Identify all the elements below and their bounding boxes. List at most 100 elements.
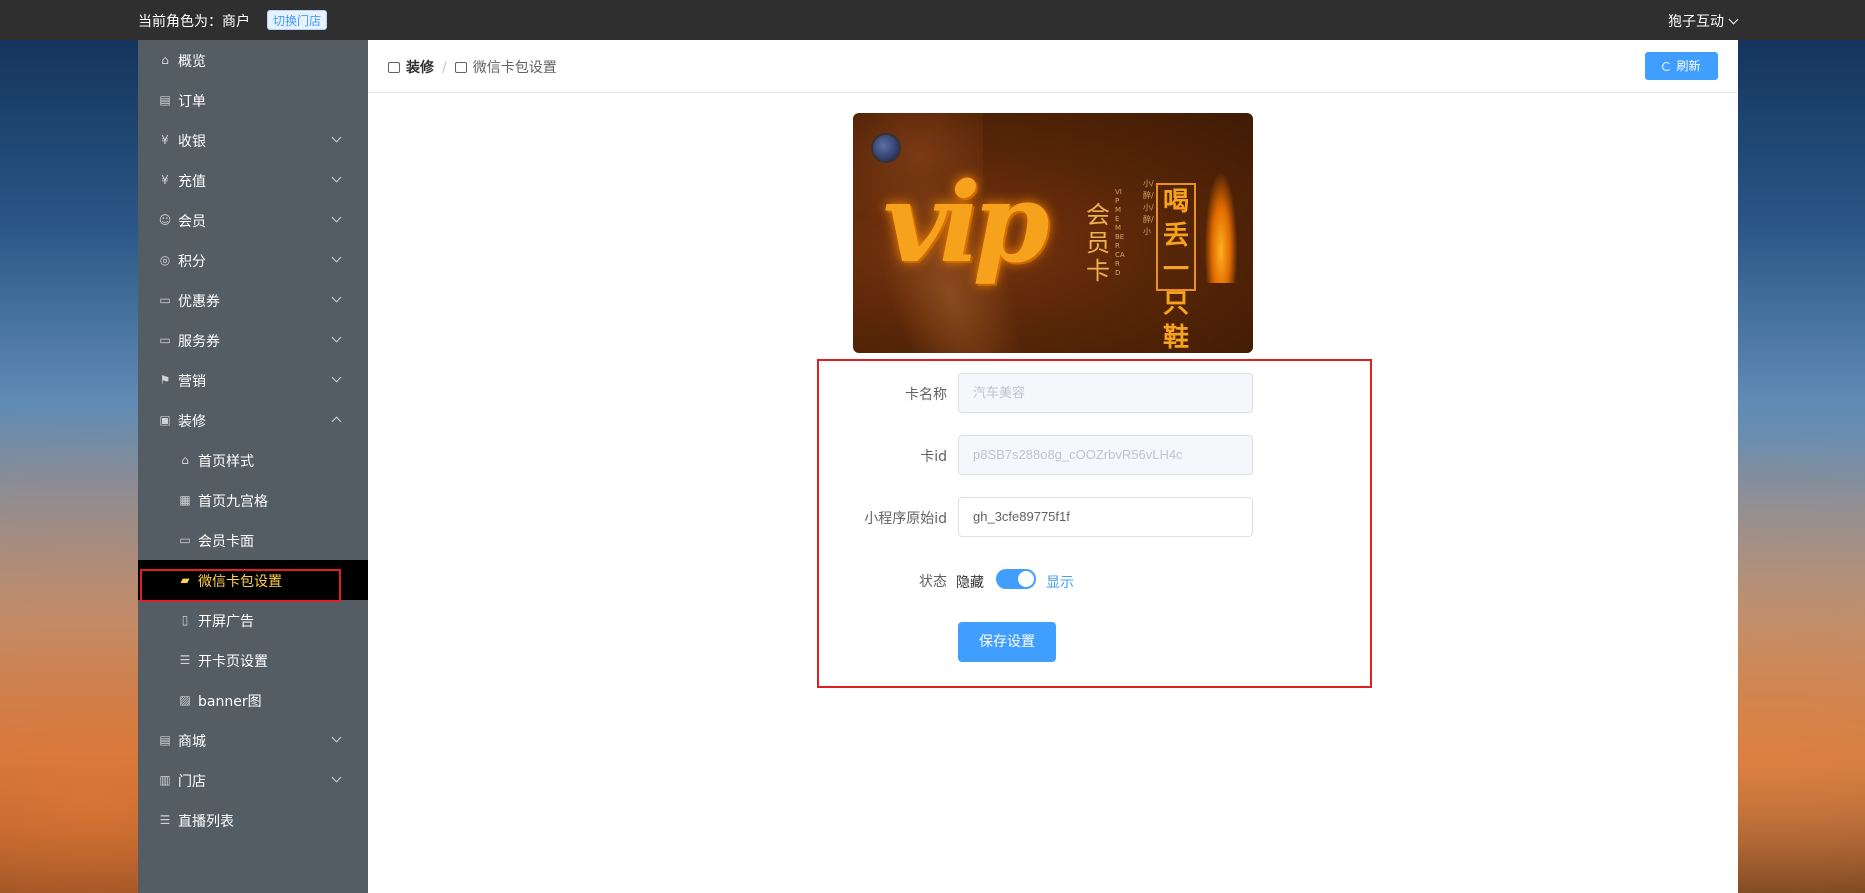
sidebar-item-label: 积分: [178, 254, 206, 270]
card-brand: 喝丢一只鞋: [1156, 183, 1196, 353]
card-flame-icon: [1205, 173, 1237, 283]
sidebar-item-orders[interactable]: ▤ 订单: [138, 80, 368, 120]
sidebar-item-label: 收银: [178, 134, 206, 150]
status-label: 状态: [919, 574, 947, 590]
mini-program-id-input[interactable]: gh_3cfe89775f1f: [958, 497, 1253, 537]
chevron-down-icon: [331, 332, 342, 343]
card-small-text: VIP MEMBER CARD: [1115, 188, 1125, 277]
sidebar-item-label: 营销: [178, 374, 206, 390]
breadcrumb-parent[interactable]: 装修: [406, 60, 434, 76]
mini-program-id-label: 小程序原始id: [864, 511, 947, 527]
card-name-label: 卡名称: [905, 387, 947, 403]
sidebar-item-label: 会员: [178, 214, 206, 230]
wallet-icon: [454, 62, 467, 73]
card-id-label: 卡id: [920, 449, 947, 465]
sidebar-item-live-list[interactable]: ☰ 直播列表: [138, 800, 368, 840]
sidebar-item-label: banner图: [198, 694, 262, 710]
sidebar-item-member[interactable]: ☺ 会员: [138, 200, 368, 240]
sidebar-item-decoration[interactable]: ▣ 装修: [138, 400, 368, 440]
card-member-text: 会员卡: [1086, 201, 1110, 285]
vip-card-image: vip 会员卡 VIP MEMBER CARD 小/醉/小/醉/小 喝丢一只鞋: [853, 113, 1253, 353]
home-icon: ⌂: [181, 453, 189, 467]
sidebar-item-marketing[interactable]: ⚑ 营销: [138, 360, 368, 400]
chevron-down-icon: [331, 372, 342, 383]
sidebar-item-label: 首页九宫格: [198, 494, 268, 510]
card-slogan: 小/醉/小/醉/小: [1143, 179, 1154, 236]
sidebar-item-label: 直播列表: [178, 814, 234, 830]
sidebar-item-service-coupon[interactable]: ▭ 服务券: [138, 320, 368, 360]
sidebar-item-home-style[interactable]: ⌂ 首页样式: [138, 440, 368, 480]
grid-icon: ▦: [179, 493, 191, 507]
store-icon: ▥: [159, 773, 171, 787]
refresh-label: 刷新: [1676, 59, 1701, 73]
breadcrumb-current: 微信卡包设置: [472, 60, 557, 76]
status-toggle[interactable]: [996, 569, 1036, 589]
sidebar-item-member-card[interactable]: ▭ 会员卡面: [138, 520, 368, 560]
sidebar-item-label: 概览: [178, 54, 206, 70]
sidebar-item-cashier[interactable]: ¥ 收银: [138, 120, 368, 160]
sidebar-item-label: 首页样式: [198, 454, 254, 470]
divider: [368, 92, 1738, 93]
breadcrumb-separator: /: [442, 60, 447, 76]
sidebar-item-label: 服务券: [178, 334, 220, 350]
decoration-icon: ▣: [159, 413, 171, 427]
sidebar-item-splash-ad[interactable]: ▯ 开屏广告: [138, 600, 368, 640]
card-vip-text: vip: [883, 158, 1050, 287]
chevron-down-icon: [1728, 14, 1739, 25]
top-bar: 当前角色为：商户 切换门店 狍子互动: [0, 0, 1865, 40]
service-coupon-icon: ▭: [159, 333, 171, 347]
points-icon: ◎: [159, 253, 171, 267]
member-icon: ☺: [158, 213, 172, 227]
sidebar-item-recharge[interactable]: ¥ 充值: [138, 160, 368, 200]
decoration-icon: [388, 62, 400, 73]
coupon-icon: ▭: [159, 293, 171, 307]
chevron-down-icon: [331, 292, 342, 303]
cashier-icon: ¥: [161, 133, 169, 147]
sidebar-item-label: 装修: [178, 414, 206, 430]
chevron-down-icon: [331, 772, 342, 783]
status-on-label: 显示: [1046, 575, 1074, 591]
status-off-label: 隐藏: [956, 575, 984, 591]
chevron-down-icon: [331, 732, 342, 743]
refresh-icon: [1662, 62, 1672, 71]
marketing-icon: ⚑: [159, 373, 171, 387]
refresh-button[interactable]: 刷新: [1645, 52, 1718, 80]
sidebar-item-label: 会员卡面: [198, 534, 254, 550]
sidebar-item-label: 订单: [178, 94, 206, 110]
sidebar-item-label: 开卡页设置: [198, 654, 268, 670]
sidebar-item-coupon[interactable]: ▭ 优惠券: [138, 280, 368, 320]
mall-icon: ▤: [159, 733, 171, 747]
sidebar-item-label: 优惠券: [178, 294, 220, 310]
switch-store-button[interactable]: 切换门店: [267, 10, 328, 30]
phone-icon: ▯: [181, 613, 189, 627]
sidebar-item-label: 门店: [178, 774, 206, 790]
chevron-down-icon: [331, 252, 342, 263]
save-settings-button[interactable]: 保存设置: [958, 622, 1056, 662]
sidebar-item-open-card-page[interactable]: ☰ 开卡页设置: [138, 640, 368, 680]
card-id-input: p8SB7s288o8g_cOOZrbvR56vLH4c: [958, 435, 1253, 475]
image-icon: ▨: [179, 693, 191, 707]
chevron-down-icon: [331, 212, 342, 223]
chevron-up-icon: [331, 416, 342, 427]
card-icon: ▭: [179, 533, 191, 547]
sidebar-item-label: 开屏广告: [198, 614, 254, 630]
sidebar-item-overview[interactable]: ⌂ 概览: [138, 40, 368, 80]
sidebar-item-label: 商城: [178, 734, 206, 750]
sidebar-item-store[interactable]: ▥ 门店: [138, 760, 368, 800]
sidebar-item-points[interactable]: ◎ 积分: [138, 240, 368, 280]
toggle-knob: [1018, 571, 1034, 587]
chevron-down-icon: [331, 172, 342, 183]
user-menu[interactable]: 狍子互动: [1668, 11, 1739, 31]
card-name-input: 汽车美容: [958, 373, 1253, 413]
sidebar-item-mall[interactable]: ▤ 商城: [138, 720, 368, 760]
home-icon: ⌂: [161, 53, 169, 67]
chevron-down-icon: [331, 132, 342, 143]
breadcrumb: 装修 / 微信卡包设置: [388, 57, 557, 77]
role-text: 当前角色为：商户: [138, 14, 250, 30]
sidebar-item-banner[interactable]: ▨ banner图: [138, 680, 368, 720]
sidebar-item-home-grid[interactable]: ▦ 首页九宫格: [138, 480, 368, 520]
form-icon: ☰: [179, 653, 191, 667]
user-name: 狍子互动: [1668, 14, 1724, 30]
sidebar: ⌂ 概览 ▤ 订单 ¥ 收银 ¥ 充值 ☺ 会员 ◎ 积分 ▭ 优惠券 ▭ 服务…: [138, 40, 368, 893]
highlight-box-sidebar: [140, 569, 341, 602]
